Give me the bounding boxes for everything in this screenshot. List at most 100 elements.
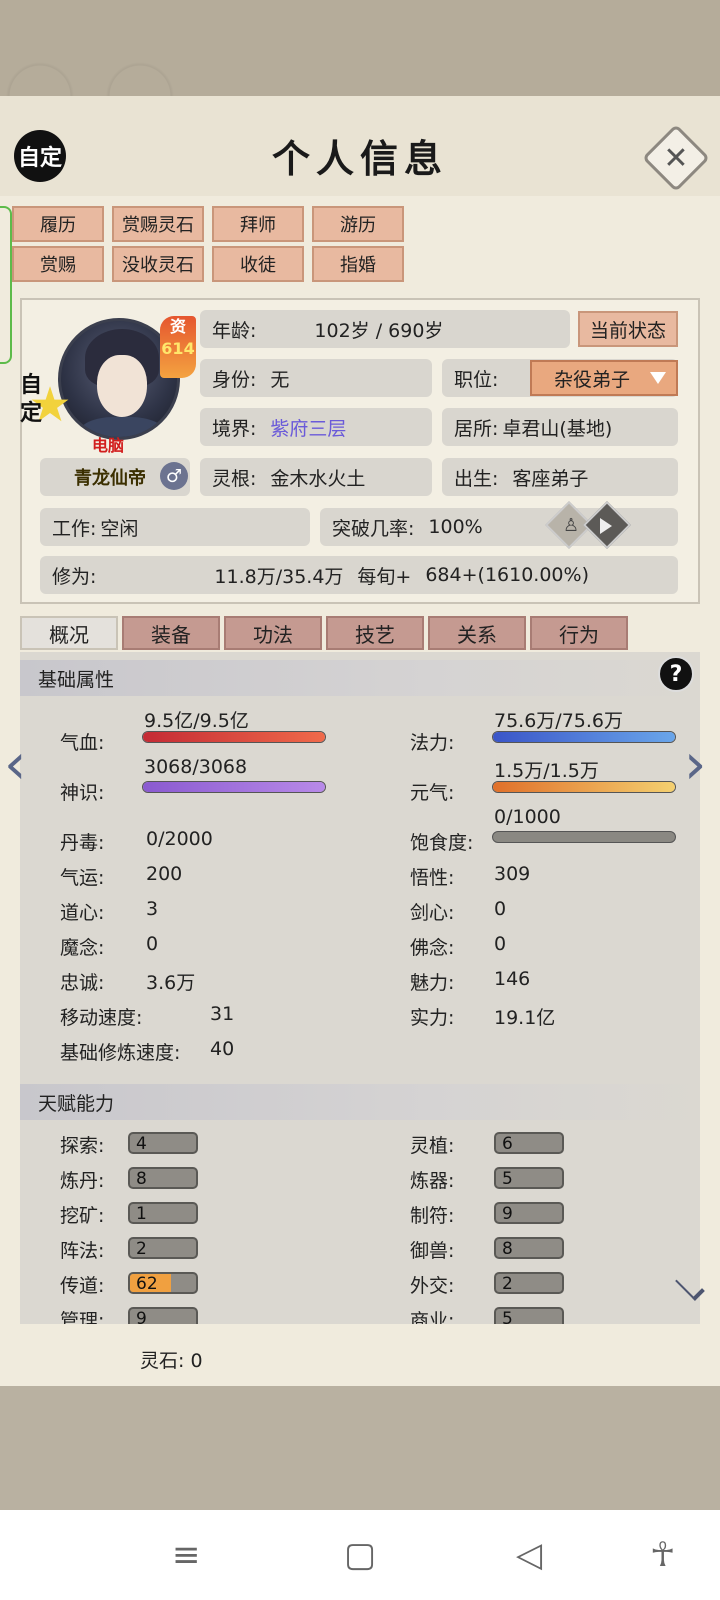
talent-bar: 4 (128, 1132, 198, 1154)
residence-value: 卓君山(基地) (502, 417, 613, 440)
talent-bar: 9 (128, 1307, 198, 1324)
vigor-bar-fill (493, 782, 675, 792)
birth-value: 客座弟子 (512, 467, 589, 490)
confiscate-stones-button[interactable]: 没收灵石 (112, 246, 204, 282)
stat-label: 基础修炼速度: (60, 1042, 181, 1064)
close-icon: ✕ (663, 140, 689, 176)
talents-header: 天赋能力 (20, 1084, 700, 1120)
spirit-stones: 灵石: 0 (140, 1346, 203, 1373)
tab-overview[interactable]: 概况 (20, 616, 118, 650)
identity-row: 身份: 无 (200, 359, 432, 397)
history-button[interactable]: 履历 (12, 206, 104, 242)
talent-label: 炼器: (410, 1170, 455, 1192)
satiety-bar (492, 831, 676, 843)
talent-value: 2 (502, 1274, 513, 1294)
travel-button[interactable]: 游历 (312, 206, 404, 242)
reward-button[interactable]: 赏赐 (12, 246, 104, 282)
birth-label: 出生: (454, 467, 499, 490)
hp-bar (142, 731, 326, 743)
talent-value: 2 (136, 1239, 147, 1259)
vigor-label: 元气: (410, 782, 455, 804)
marriage-button[interactable]: 指婚 (312, 246, 404, 282)
cultivation-label: 修为: (52, 565, 97, 588)
work-value: 空闲 (100, 517, 139, 540)
overview-panel (20, 652, 700, 1324)
side-tab[interactable] (0, 206, 12, 364)
talent-bar: 8 (494, 1237, 564, 1259)
menu-icon[interactable]: ≡ (172, 1535, 201, 1575)
stones-value: 0 (190, 1350, 203, 1372)
home-icon[interactable]: ▢ (344, 1535, 376, 1575)
talent-overflow-row: 管理: 9 商业: 5 (20, 1300, 700, 1324)
stat-value: 0 (146, 933, 159, 955)
spirit-bar-fill (143, 782, 325, 792)
tab-relations[interactable]: 关系 (428, 616, 526, 650)
take-disciple-button[interactable]: 收徒 (212, 246, 304, 282)
talent-value: 6 (502, 1134, 513, 1154)
stat-label: 剑心: (410, 902, 455, 924)
stat-label: 道心: (60, 902, 105, 924)
stat-label: 魔念: (60, 937, 105, 959)
spirit-bar (142, 781, 326, 793)
work-row: 工作: 空闲 (40, 508, 310, 546)
stat-label: 气运: (60, 867, 105, 889)
mana-value: 75.6万/75.6万 (494, 710, 624, 732)
talent-value: 8 (502, 1239, 513, 1259)
residence-row: 居所: 卓君山(基地) (442, 408, 678, 446)
hp-bar-fill (143, 732, 325, 742)
figure-icon: ♙ (563, 515, 580, 536)
stat-value: 309 (494, 863, 531, 885)
hp-value: 9.5亿/9.5亿 (144, 710, 249, 732)
current-status-button[interactable]: 当前状态 (578, 311, 678, 347)
accessibility-icon[interactable]: ☥ (650, 1535, 675, 1575)
stat-value: 31 (210, 1003, 235, 1025)
talent-label: 管理: (60, 1310, 105, 1324)
residence-label: 居所: (454, 417, 499, 440)
page-title: 个人信息 (271, 136, 448, 181)
stat-label: 移动速度: (60, 1007, 143, 1029)
help-icon[interactable]: ? (658, 656, 694, 692)
stat-value: 40 (210, 1038, 235, 1060)
stat-label: 悟性: (410, 867, 455, 889)
custom-badge: 自定 (20, 373, 43, 426)
talent-label: 制符: (410, 1205, 455, 1227)
male-icon: ♂ (160, 462, 188, 490)
tab-equipment[interactable]: 装备 (122, 616, 220, 650)
vigor-value: 1.5万/1.5万 (494, 760, 599, 782)
talent-label: 阵法: (60, 1240, 105, 1262)
stones-label: 灵石: (140, 1350, 185, 1372)
cultivation-value: 11.8万/35.4万 (214, 565, 344, 588)
top-decoration (0, 0, 720, 96)
per-turn-label: 每旬+ (357, 565, 412, 588)
talent-value: 8 (136, 1169, 147, 1189)
bottom-decoration (0, 1386, 720, 1510)
cultivation-row: 修为: 11.8万/35.4万 每旬+ 684+(1610.00%) (40, 556, 678, 594)
age-label: 年龄: (212, 319, 257, 342)
stat-value: 0 (494, 898, 507, 920)
mana-bar-fill (493, 732, 675, 742)
spirit-label: 神识: (60, 782, 105, 804)
prev-character-arrow-icon[interactable]: ‹ (4, 732, 26, 797)
stat-value: 3.6万 (146, 972, 196, 994)
back-icon[interactable]: ◁ (516, 1535, 542, 1575)
apprentice-button[interactable]: 拜师 (212, 206, 304, 242)
basic-attributes-header: 基础属性 (20, 660, 700, 696)
reward-stones-button[interactable]: 赏赐灵石 (112, 206, 204, 242)
root-value: 金木水火土 (270, 467, 366, 490)
spirit-value: 3068/3068 (144, 756, 248, 778)
talent-value: 62 (136, 1274, 158, 1294)
tab-skills[interactable]: 技艺 (326, 616, 424, 650)
tab-techniques[interactable]: 功法 (224, 616, 322, 650)
identity-label: 身份: (212, 368, 257, 391)
talent-bar: 6 (494, 1132, 564, 1154)
position-dropdown[interactable]: 杂役弟子 (530, 360, 678, 396)
tab-behavior[interactable]: 行为 (530, 616, 628, 650)
mana-label: 法力: (410, 732, 455, 754)
talent-label: 探索: (60, 1135, 105, 1157)
age-value: 102岁 / 690岁 (314, 319, 444, 342)
talent-bar: 8 (128, 1167, 198, 1189)
identity-value: 无 (270, 368, 290, 391)
talent-label: 御兽: (410, 1240, 455, 1262)
next-character-arrow-icon[interactable]: › (684, 732, 706, 797)
stat-label: 佛念: (410, 937, 455, 959)
